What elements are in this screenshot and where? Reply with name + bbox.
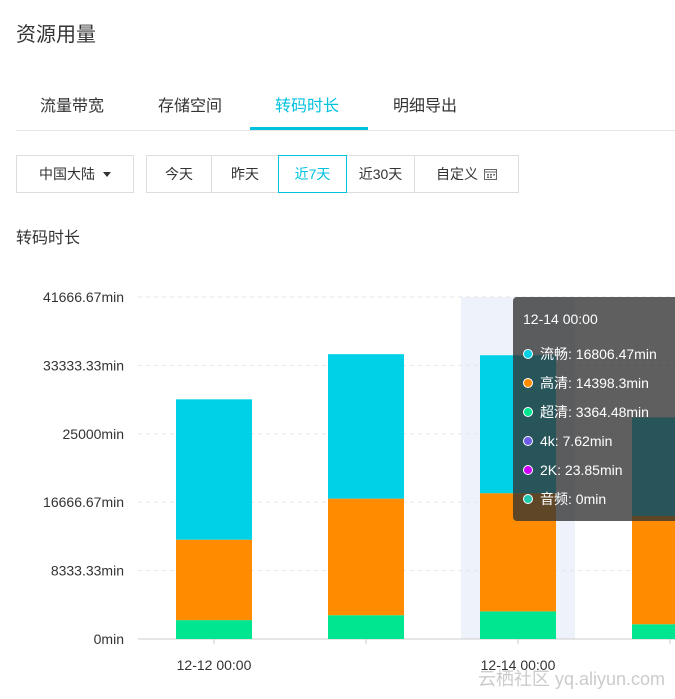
bar-segment xyxy=(328,354,404,499)
tooltip-title: 12-14 00:00 xyxy=(523,311,598,327)
y-tick-label: 16666.67min xyxy=(43,494,124,510)
range-custom-label: 自定义 xyxy=(436,166,478,182)
watermark: 云栖社区 yq.aliyun.com xyxy=(477,669,665,689)
series-dot-icon xyxy=(523,493,533,504)
tab-storage[interactable]: 存储空间 xyxy=(158,92,222,116)
calendar-icon xyxy=(484,169,497,180)
tooltip-row-label: 超清: 3364.48min xyxy=(540,403,649,420)
series-dot-icon xyxy=(523,435,533,446)
x-tick-label: 12-12 00:00 xyxy=(177,657,252,673)
tab-detail-export[interactable]: 明细导出 xyxy=(393,92,457,116)
range-7days-button[interactable]: 近7天 xyxy=(278,155,347,193)
bar-segment xyxy=(328,498,404,616)
tab-bar: 流量带宽 存储空间 转码时长 明细导出 xyxy=(16,80,675,131)
range-custom-button[interactable]: 自定义 xyxy=(414,155,519,193)
bar-segment xyxy=(480,611,556,639)
region-select[interactable]: 中国大陆 xyxy=(16,155,134,193)
bar-segment xyxy=(632,515,675,625)
bar-segment xyxy=(176,539,252,621)
chart-title: 转码时长 xyxy=(16,230,81,247)
y-tick-label: 25000min xyxy=(63,426,125,442)
tooltip-row: 超清: 3364.48min xyxy=(523,397,673,426)
tooltip-row: 4k: 7.62min xyxy=(523,426,673,455)
bar-segment xyxy=(632,624,675,639)
series-dot-icon xyxy=(523,377,533,388)
bar-segment xyxy=(328,615,404,639)
tooltip-row: 流畅: 16806.47min xyxy=(523,339,673,368)
y-tick-label: 41666.67min xyxy=(43,289,124,305)
range-yesterday-button[interactable]: 昨天 xyxy=(211,155,279,193)
y-tick-label: 0min xyxy=(94,631,124,647)
tooltip-row: 音频: 0min xyxy=(523,484,673,513)
tooltip-row-label: 流畅: 16806.47min xyxy=(540,345,657,362)
page-title: 资源用量 xyxy=(16,24,96,46)
region-select-label: 中国大陆 xyxy=(39,166,95,182)
tooltip-row-label: 4k: 7.62min xyxy=(540,432,613,449)
series-dot-icon xyxy=(523,464,533,475)
bar-segment xyxy=(176,620,252,639)
tooltip-row: 2K: 23.85min xyxy=(523,455,673,484)
tab-traffic-bandwidth[interactable]: 流量带宽 xyxy=(40,92,104,116)
range-today-button[interactable]: 今天 xyxy=(146,155,212,193)
y-tick-label: 8333.33min xyxy=(51,563,124,579)
caret-down-icon xyxy=(103,171,111,177)
chart-tooltip: 12-14 00:00 流畅: 16806.47min 高清: 14398.3mi… xyxy=(513,297,675,521)
active-tab-indicator xyxy=(250,127,368,130)
bar-segment xyxy=(176,399,252,540)
date-range-group: 今天 昨天 近7天 近30天 自定义 xyxy=(146,155,519,193)
series-dot-icon xyxy=(523,406,533,417)
tooltip-row-label: 高清: 14398.3min xyxy=(540,374,649,391)
tooltip-row-label: 音频: 0min xyxy=(540,490,607,507)
tooltip-row-label: 2K: 23.85min xyxy=(540,461,623,478)
range-30days-button[interactable]: 近30天 xyxy=(346,155,415,193)
series-dot-icon xyxy=(523,348,533,359)
tab-transcode-duration[interactable]: 转码时长 xyxy=(275,92,339,116)
tooltip-row: 高清: 14398.3min xyxy=(523,368,673,397)
y-tick-label: 33333.33min xyxy=(43,357,124,373)
